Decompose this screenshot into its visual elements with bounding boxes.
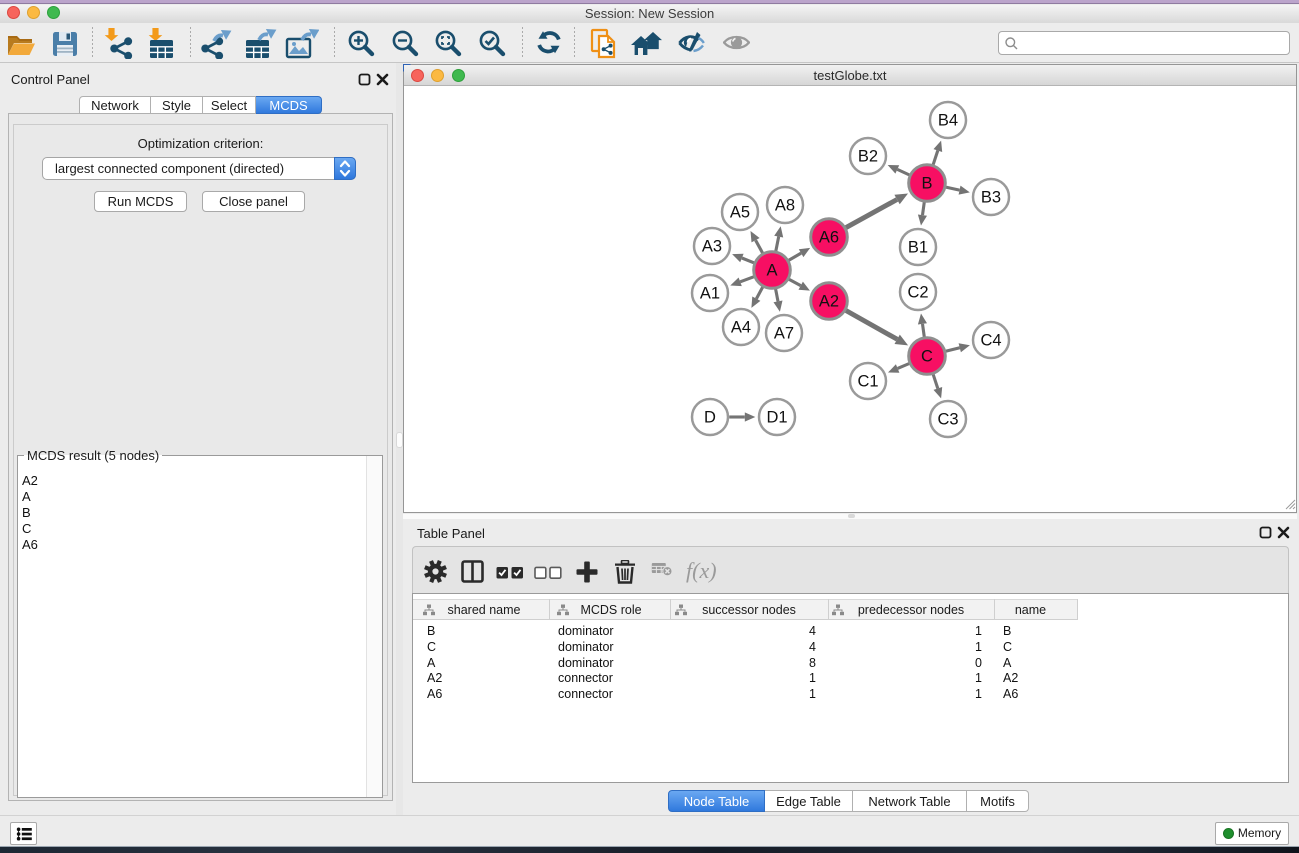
svg-text:C4: C4 [980,332,1001,350]
svg-text:D: D [704,409,716,427]
svg-text:A3: A3 [702,238,722,256]
svg-text:A6: A6 [819,229,839,247]
svg-text:B3: B3 [981,189,1001,207]
svg-text:B2: B2 [858,148,878,166]
svg-text:A8: A8 [775,197,795,215]
svg-text:B: B [921,175,932,193]
svg-text:C: C [921,348,933,366]
svg-text:D1: D1 [766,409,787,427]
svg-text:A4: A4 [731,319,751,337]
svg-text:C1: C1 [857,373,878,391]
svg-text:B1: B1 [908,239,928,257]
svg-text:A5: A5 [730,204,750,222]
svg-text:B4: B4 [938,112,958,130]
svg-text:C3: C3 [937,411,958,429]
svg-text:A1: A1 [700,285,720,303]
svg-text:A2: A2 [819,293,839,311]
svg-text:A7: A7 [774,325,794,343]
svg-text:A: A [766,262,777,280]
svg-text:C2: C2 [907,284,928,302]
